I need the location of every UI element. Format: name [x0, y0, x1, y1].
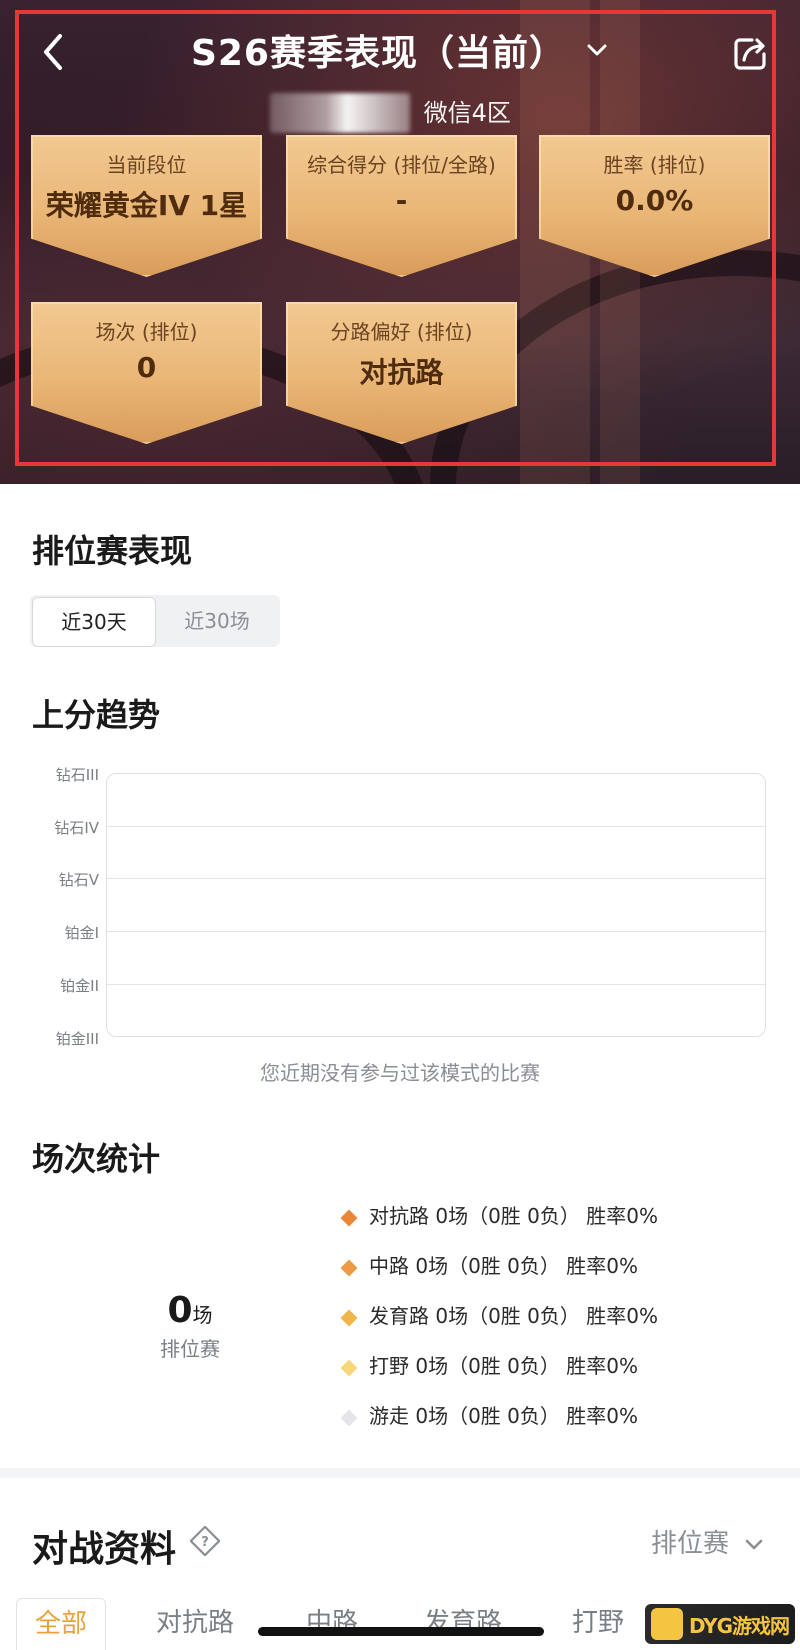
battle-section-title: 对战资料 — [32, 1529, 177, 1570]
stat-value: 荣耀黄金IV 1星 — [45, 189, 248, 222]
stat-value: 对抗路 — [359, 356, 444, 389]
chevron-down-icon — [745, 1539, 763, 1549]
diamond-icon — [340, 1309, 358, 1326]
y-tick-label: 钻石IV — [54, 819, 99, 837]
share-icon[interactable] — [730, 34, 770, 74]
stat-label: 场次 (排位) — [95, 320, 198, 344]
mode-filter-dropdown[interactable]: 排位赛 — [651, 1523, 765, 1560]
section-divider — [0, 1468, 800, 1478]
diamond-icon — [340, 1409, 358, 1426]
role-stat-text: 中路 0场（0胜 0负） 胜率0% — [369, 1254, 638, 1278]
stat-card-score: 综合得分 (排位/全路) - — [286, 135, 517, 277]
matches-section-title: 场次统计 — [32, 1140, 161, 1178]
tab-mid-lane[interactable]: 中路 — [306, 1598, 358, 1649]
tab-top-lane[interactable]: 对抗路 — [156, 1598, 234, 1649]
role-stat-text: 对抗路 0场（0胜 0负） 胜率0% — [369, 1204, 658, 1228]
role-stat-item: 游走 0场（0胜 0负） 胜率0% — [340, 1400, 638, 1432]
diamond-icon — [340, 1259, 358, 1276]
y-tick-label: 铂金III — [55, 1030, 99, 1048]
stat-value: 0.0% — [615, 184, 694, 217]
role-stat-text: 游走 0场（0胜 0负） 胜率0% — [369, 1404, 638, 1428]
tab-all[interactable]: 全部 — [16, 1598, 107, 1650]
mode-filter-label: 排位赛 — [651, 1529, 730, 1559]
total-matches-unit: 场 — [192, 1303, 213, 1327]
watermark-logo-icon — [651, 1608, 683, 1640]
diamond-icon — [340, 1209, 358, 1226]
tab-last-30-matches[interactable]: 近30场 — [156, 595, 278, 647]
y-tick-label: 钻石III — [55, 766, 99, 784]
server-name: 微信4区 — [423, 99, 511, 127]
role-stat-item: 对抗路 0场（0胜 0负） 胜率0% — [340, 1200, 658, 1232]
watermark-text: DYG游戏网 — [689, 1614, 790, 1638]
trend-chart-area — [106, 773, 766, 1037]
grid-line — [106, 878, 766, 879]
trend-section-title: 上分趋势 — [32, 696, 161, 734]
watermark: DYG游戏网 — [645, 1604, 795, 1644]
empty-state-text: 您近期没有参与过该模式的比赛 — [260, 1061, 540, 1085]
season-title[interactable]: S26赛季表现（当前） — [191, 33, 566, 74]
role-stat-item: 打野 0场（0胜 0负） 胜率0% — [340, 1350, 638, 1382]
y-tick-label: 铂金I — [64, 924, 99, 942]
role-stat-item: 中路 0场（0胜 0负） 胜率0% — [340, 1250, 638, 1282]
svg-text:?: ? — [201, 1535, 209, 1550]
grid-line — [106, 984, 766, 985]
tab-bot-lane[interactable]: 发育路 — [424, 1598, 502, 1649]
ranked-section-title: 排位赛表现 — [32, 532, 193, 570]
grid-line — [106, 931, 766, 932]
stat-label: 分路偏好 (排位) — [330, 320, 473, 344]
diamond-icon — [340, 1359, 358, 1376]
stat-label: 胜率 (排位) — [603, 153, 706, 177]
total-matches: 0场 排位赛 — [130, 1290, 250, 1362]
stat-label: 综合得分 (排位/全路) — [307, 153, 496, 177]
tab-jungle[interactable]: 打野 — [572, 1598, 624, 1649]
y-tick-label: 钻石V — [58, 871, 99, 889]
player-name-redacted — [270, 93, 410, 133]
total-matches-number: 0 — [167, 1290, 193, 1331]
stat-value: 0 — [136, 351, 157, 384]
role-stat-text: 发育路 0场（0胜 0负） 胜率0% — [369, 1304, 658, 1328]
total-matches-caption: 排位赛 — [160, 1337, 220, 1361]
role-stat-item: 发育路 0场（0胜 0负） 胜率0% — [340, 1300, 658, 1332]
chevron-down-icon[interactable] — [585, 38, 609, 62]
help-icon[interactable]: ? — [190, 1526, 220, 1556]
role-stat-text: 打野 0场（0胜 0负） 胜率0% — [369, 1354, 638, 1378]
stat-card-rank: 当前段位 荣耀黄金IV 1星 — [31, 135, 262, 277]
home-indicator[interactable] — [258, 1627, 544, 1636]
period-segmented-control: 近30天 近30场 — [30, 595, 280, 647]
title-bar: S26赛季表现（当前） — [0, 24, 800, 76]
stat-label: 当前段位 — [106, 153, 187, 177]
season-header: S26赛季表现（当前） 微信4区 当前段位 荣耀黄金IV 1星 综合得分 (排位… — [0, 0, 800, 484]
player-info: 微信4区 — [270, 90, 511, 134]
tab-last-30-days[interactable]: 近30天 — [32, 597, 156, 647]
stat-value: - — [395, 184, 408, 217]
y-tick-label: 铂金II — [60, 977, 99, 995]
grid-line — [106, 826, 766, 827]
